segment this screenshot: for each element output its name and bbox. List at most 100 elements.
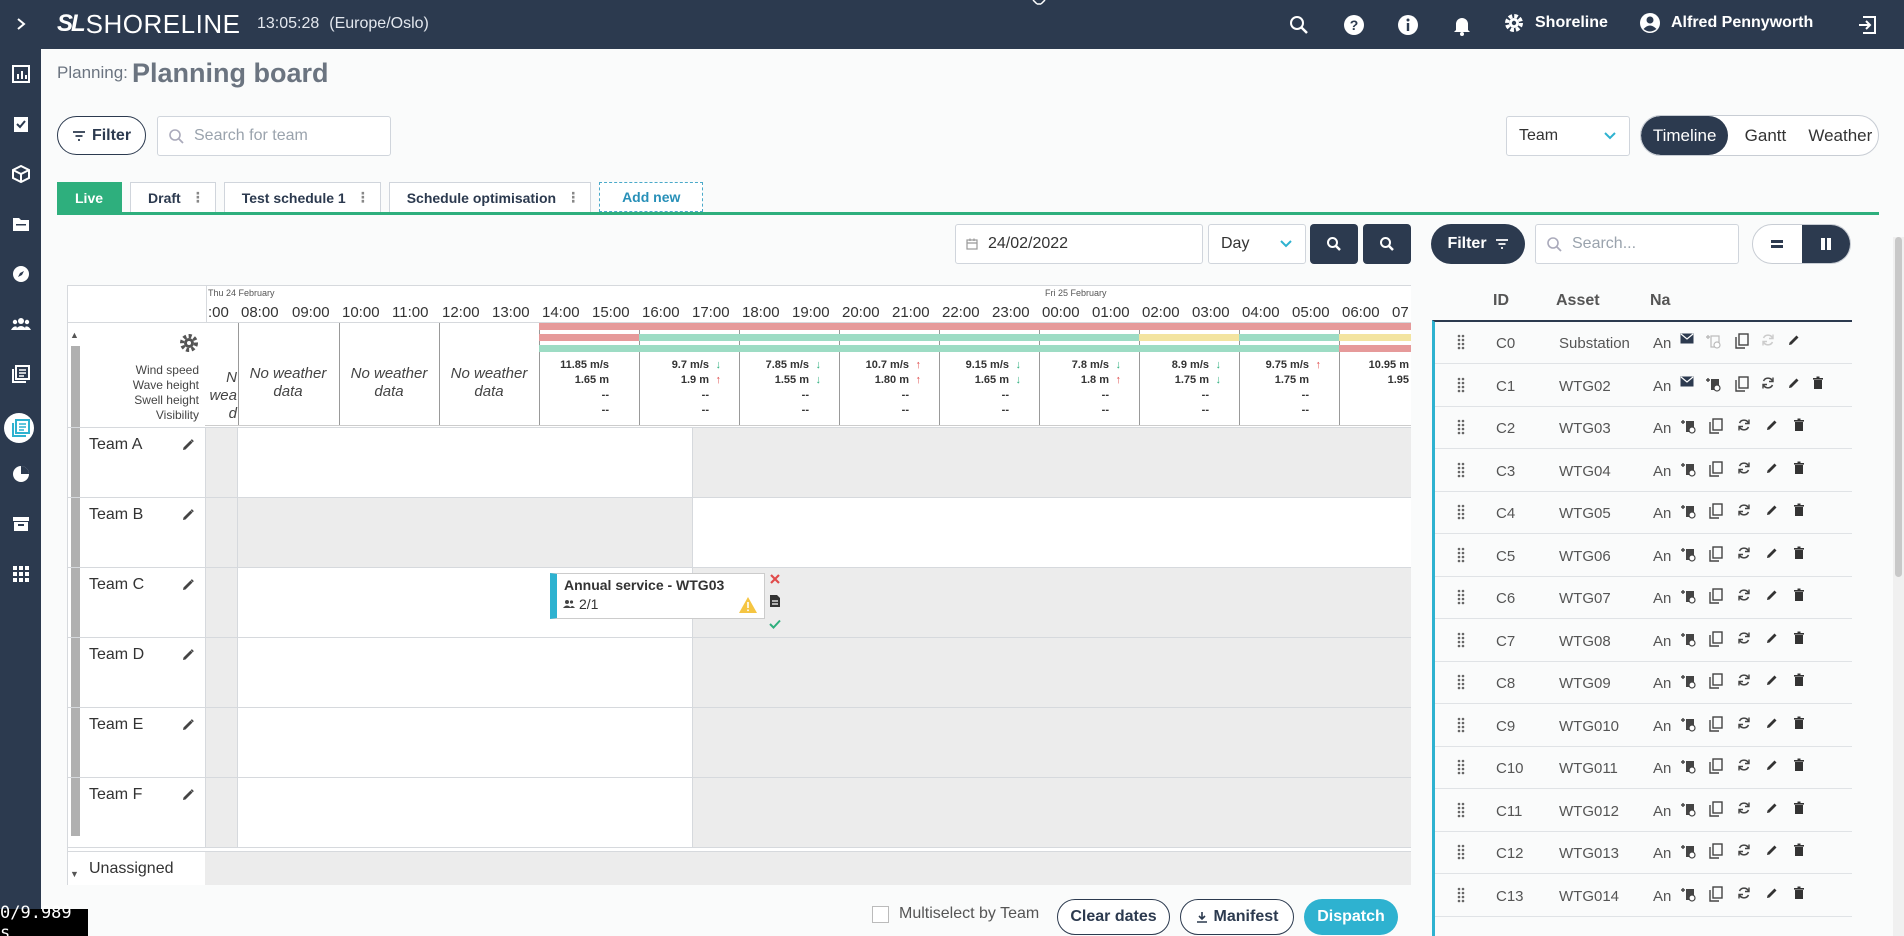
asset-row[interactable]: C1 WTG02 An [1435,365,1852,407]
edit-pencil-icon[interactable] [1765,758,1779,772]
zoom-in-button[interactable] [1310,224,1358,264]
asset-search-input[interactable]: Search... [1535,224,1739,264]
add-task-icon[interactable] [1680,461,1696,477]
add-new-tab[interactable]: Add new [599,182,704,212]
add-task-icon[interactable] [1680,503,1696,519]
drag-handle-icon[interactable] [1456,843,1466,861]
kebab-menu-icon[interactable]: ⋮ [356,189,370,206]
asset-row[interactable]: C7 WTG08 An [1435,620,1852,662]
add-task-icon[interactable] [1705,376,1721,392]
dashboard-icon[interactable] [0,57,41,91]
sync-icon[interactable] [1737,418,1751,432]
edit-pencil-icon[interactable] [1765,418,1779,432]
list-layout-icon[interactable] [1753,225,1802,263]
copy-icon[interactable] [1709,843,1723,859]
copy-icon[interactable] [1735,333,1749,349]
copy-icon[interactable] [1709,503,1723,519]
add-task-icon[interactable] [1680,631,1696,647]
team-search-input[interactable]: Search for team [157,116,391,156]
add-task-icon[interactable] [1680,716,1696,732]
edit-pencil-icon[interactable] [1787,376,1801,390]
drag-handle-icon[interactable] [1456,801,1466,819]
drag-handle-icon[interactable] [1456,886,1466,904]
tab-test-schedule-1[interactable]: Test schedule 1 ⋮ [223,182,381,212]
add-task-icon[interactable] [1680,758,1696,774]
kebab-menu-icon[interactable]: ⋮ [191,189,205,206]
copy-icon[interactable] [1709,630,1723,647]
edit-pencil-icon[interactable] [1765,886,1779,900]
drag-handle-icon[interactable] [1456,503,1466,521]
column-layout-icon[interactable] [1801,225,1850,263]
organisation-menu[interactable]: Shoreline [1503,12,1608,34]
group-by-select[interactable]: Team [1506,116,1630,156]
confirm-check-icon[interactable] [768,618,782,630]
clear-dates-button[interactable]: Clear dates [1057,899,1170,935]
view-timeline[interactable]: Timeline [1641,116,1729,155]
user-menu[interactable]: Alfred Pennyworth [1639,12,1813,34]
manifest-button[interactable]: Manifest [1180,899,1294,935]
column-name[interactable]: Na [1650,292,1670,310]
help-icon[interactable]: ? [1341,12,1367,38]
asset-row[interactable]: C11 WTG012 An [1435,790,1852,832]
copy-icon[interactable] [1709,460,1723,477]
copy-icon[interactable] [1709,885,1723,902]
asset-row[interactable]: C6 WTG07 An [1435,577,1852,619]
logout-icon[interactable] [1855,12,1881,38]
pie-chart-icon[interactable] [0,457,41,491]
add-task-icon[interactable] [1680,843,1696,859]
info-icon[interactable] [1395,12,1421,38]
remove-task-icon[interactable] [769,573,781,585]
sync-icon[interactable] [1737,843,1751,857]
edit-team-pencil-icon[interactable] [181,718,195,732]
sync-icon[interactable] [1737,673,1751,687]
edit-team-pencil-icon[interactable] [181,578,195,592]
add-task-icon[interactable] [1680,588,1696,604]
zoom-out-button[interactable] [1363,224,1411,264]
copy-icon[interactable] [1709,758,1723,774]
copy-icon[interactable] [1709,418,1723,434]
scrollbar-thumb[interactable] [1895,237,1902,577]
sync-icon[interactable] [1737,758,1751,772]
edit-pencil-icon[interactable] [1765,716,1779,730]
copy-icon[interactable] [1709,545,1723,562]
view-weather[interactable]: Weather [1803,116,1878,155]
delete-trash-icon[interactable] [1793,461,1805,475]
copy-icon[interactable] [1735,375,1749,392]
drag-handle-icon[interactable] [1456,673,1466,691]
sync-icon[interactable] [1737,588,1751,602]
right-scrollbar[interactable] [1893,237,1904,936]
asset-row[interactable]: C8 WTG09 An [1435,662,1852,704]
sync-icon[interactable] [1737,886,1751,900]
edit-pencil-icon[interactable] [1765,843,1779,857]
copy-icon[interactable] [1709,715,1723,732]
multiselect-checkbox[interactable] [872,905,889,923]
add-task-icon[interactable] [1680,801,1696,817]
edit-pencil-icon[interactable] [1765,801,1779,815]
range-select[interactable]: Day [1208,224,1306,264]
tab-live[interactable]: Live [57,182,123,212]
shoreline-logo[interactable]: SL SHORELINE [57,9,240,39]
drag-handle-icon[interactable] [1456,418,1466,436]
column-id[interactable]: ID [1493,292,1509,310]
kebab-menu-icon[interactable]: ⋮ [566,189,580,206]
add-task-icon[interactable] [1680,546,1696,562]
compass-icon[interactable] [0,257,41,291]
edit-pencil-icon[interactable] [1765,673,1779,687]
edit-pencil-icon[interactable] [1765,631,1779,645]
delete-trash-icon[interactable] [1793,631,1805,645]
asset-row[interactable]: C0 Substation An [1435,322,1852,364]
column-asset[interactable]: Asset [1556,292,1600,310]
reports-icon[interactable] [0,357,41,391]
edit-pencil-icon[interactable] [1765,461,1779,475]
apps-grid-icon[interactable] [0,557,41,591]
weather-settings-gear-icon[interactable] [179,333,199,353]
tasks-icon[interactable] [0,107,41,141]
delete-trash-icon[interactable] [1793,588,1805,602]
copy-icon[interactable] [1709,800,1723,817]
delete-trash-icon[interactable] [1812,376,1824,390]
asset-row[interactable]: C5 WTG06 An [1435,535,1852,577]
sync-icon[interactable] [1737,716,1751,730]
edit-team-pencil-icon[interactable] [181,788,195,802]
asset-row[interactable]: C12 WTG013 An [1435,832,1852,874]
asset-row[interactable]: C10 WTG011 An [1435,747,1852,789]
